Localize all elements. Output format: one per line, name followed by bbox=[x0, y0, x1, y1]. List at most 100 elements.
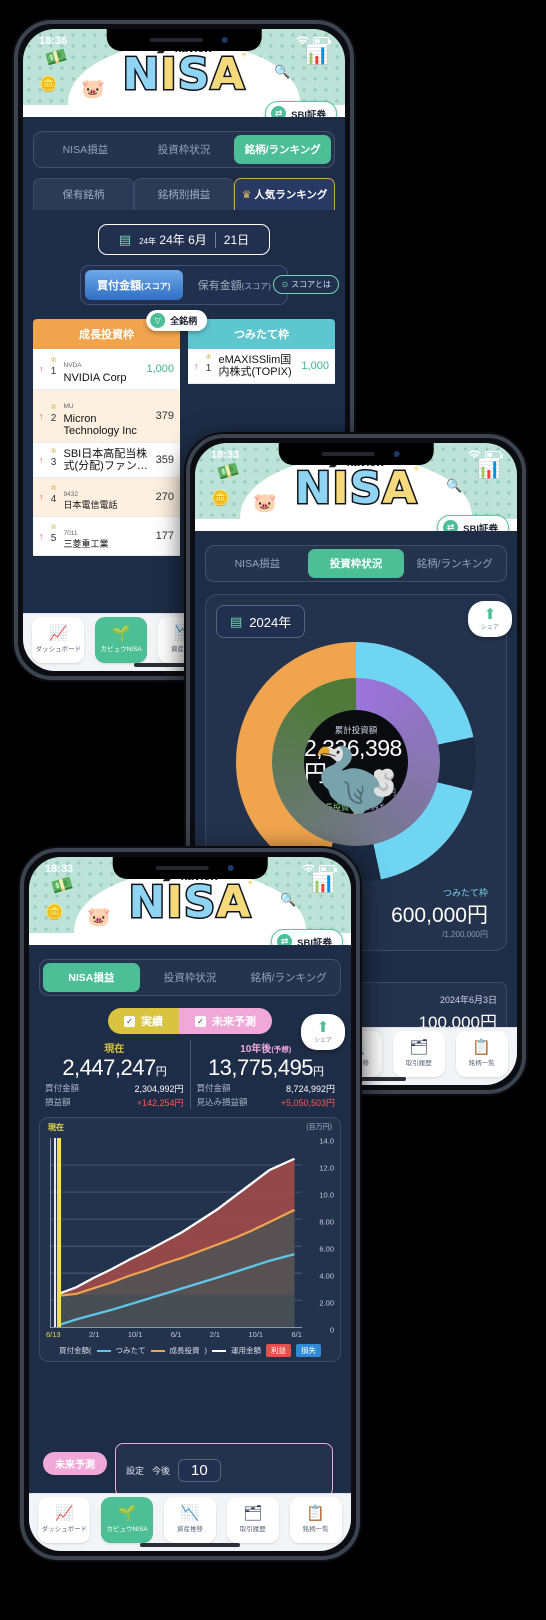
filter-icon: ▽ bbox=[150, 313, 166, 328]
nisa-title: NISA bbox=[127, 877, 252, 928]
calendar-icon: ▤ bbox=[230, 613, 243, 629]
share-button[interactable]: ⬆ シェア bbox=[301, 1014, 345, 1050]
toggle-purchase-amount[interactable]: 買付金額(スコア) bbox=[85, 270, 183, 300]
y-tick: 8.00 bbox=[319, 1217, 334, 1227]
stat-value: +142,254円 bbox=[136, 1098, 184, 1109]
x-tick: 6/13 bbox=[46, 1330, 61, 1340]
sync-icon: ⇄ bbox=[271, 106, 287, 117]
table-row[interactable]: ↑ 3 SBI日本高配当株式(分配)ファン… 359 bbox=[33, 443, 180, 479]
rank: 1 bbox=[204, 353, 214, 374]
ticker: MU bbox=[63, 403, 74, 411]
tabbar-item-trade-history[interactable]: 🗂取引履歴 bbox=[392, 1030, 445, 1077]
settings-label-1: 設定 bbox=[126, 1465, 145, 1476]
y-tick: 4.00 bbox=[319, 1271, 334, 1281]
x-tick: 6/1 bbox=[170, 1330, 182, 1340]
date-year-month: 24年 24年 6月24年 6月 bbox=[139, 233, 207, 247]
tabbar-item-dashboard[interactable]: 📈ダッシュボード bbox=[38, 1496, 91, 1543]
rank: 5 bbox=[49, 523, 59, 544]
x-tick: 10/1 bbox=[248, 1330, 264, 1340]
subtab-popular-ranking[interactable]: ♛ 人気ランキング bbox=[234, 178, 336, 210]
tabbar-item-stock-list[interactable]: 📋銘柄一覧 bbox=[289, 1496, 342, 1543]
tab-investment-frame[interactable]: 投資枠状況 bbox=[142, 963, 239, 992]
subtab-pl-by-stock[interactable]: 銘柄別損益 bbox=[133, 178, 235, 210]
score-value: 359 bbox=[155, 454, 174, 467]
tab-nisa-pl[interactable]: NISA損益 bbox=[43, 963, 140, 992]
history-date: 2024年6月3日 bbox=[439, 995, 497, 1005]
broker-name: SBI証券 bbox=[291, 109, 326, 118]
tabbar-item-kabuyu-nisa[interactable]: 🌱カビュウNISA bbox=[101, 1496, 154, 1543]
investment-donut-chart: 累計投資額 2,336,398円 /18,000,000円 成長投資 1,736… bbox=[236, 642, 476, 882]
tab-investment-frame[interactable]: 投資枠状況 bbox=[136, 135, 233, 164]
table-row[interactable]: ↑ 4 9432日本電信電話 270 bbox=[33, 478, 180, 518]
toggle-holding-amount[interactable]: 保有金額(スコア) bbox=[186, 270, 284, 300]
tab-investment-frame[interactable]: 投資枠状況 bbox=[307, 549, 405, 578]
broker-chip[interactable]: ⇄ SBI証券 bbox=[437, 515, 509, 531]
chart-unit-label: (百万円) bbox=[306, 1124, 332, 1132]
up-arrow-icon: ↑ bbox=[39, 455, 44, 466]
series-toggles: ✓ 実績 ✓ 未来予測 bbox=[39, 1008, 341, 1034]
score-help-chip[interactable]: ⊙ スコアとは bbox=[273, 275, 339, 294]
table-row[interactable]: ↑ 1 eMAXISSlim国内株式(TOPIX) 1,000 bbox=[188, 349, 335, 385]
ticker: 7011 bbox=[63, 530, 78, 538]
stats-future-value: 13,775,495円 bbox=[207, 1055, 324, 1080]
donut-center: 累計投資額 2,336,398円 /18,000,000円 成長投資 1,736… bbox=[304, 710, 408, 814]
share-label: シェア bbox=[313, 1038, 332, 1044]
stat-value: 2,304,992円 bbox=[134, 1084, 184, 1095]
legend-tsumitate: つみたて bbox=[115, 1346, 146, 1356]
tab-nisa-pl[interactable]: NISA損益 bbox=[37, 135, 134, 164]
broker-name: SBI証券 bbox=[463, 523, 498, 532]
crown-icon: ♛ bbox=[241, 189, 252, 201]
tabbar-item-asset-trend[interactable]: 📉資産推移 bbox=[163, 1496, 216, 1543]
status-time: 18:33 bbox=[211, 449, 240, 461]
table-row[interactable]: ↑ 5 7011三菱重工業 177 bbox=[33, 517, 180, 557]
forecast-settings-box[interactable]: 設定 今後 10 bbox=[115, 1443, 333, 1497]
broker-chip[interactable]: ⇄ SBI証券 bbox=[265, 101, 337, 117]
tabbar-item-trade-history[interactable]: 🗂取引履歴 bbox=[226, 1496, 279, 1543]
nisa-title: NISA bbox=[121, 49, 246, 100]
rank: 3 bbox=[49, 447, 59, 468]
coin-icon: 🪙 bbox=[45, 903, 64, 921]
chart-icon: 📉 bbox=[180, 1505, 200, 1522]
broker-chip[interactable]: ⇄ SBI証券 bbox=[271, 929, 343, 945]
share-icon: ⬆ bbox=[316, 1019, 330, 1036]
stock-name: SBI日本高配当株式(分配)ファン… bbox=[63, 448, 148, 473]
legend-suffix: ) bbox=[204, 1346, 208, 1356]
settings-label-2: 今後 bbox=[152, 1465, 171, 1476]
stat-value: 8,724,992円 bbox=[285, 1084, 335, 1095]
tabbar-item-kabuyu-nisa[interactable]: 🌱カビュウNISA bbox=[95, 616, 148, 663]
tabbar-item-stock-list[interactable]: 📋銘柄一覧 bbox=[455, 1030, 508, 1077]
magnifier-icon: 🔍 bbox=[280, 892, 297, 908]
tab-stocks-ranking[interactable]: 銘柄/ランキング bbox=[406, 549, 503, 578]
sync-icon: ⇄ bbox=[277, 934, 293, 945]
subtab-holdings[interactable]: 保有銘柄 bbox=[33, 178, 134, 210]
stat-value: +5,050,503円 bbox=[280, 1098, 335, 1109]
chart-x-ticks: 6/13 2/1 10/1 6/1 2/1 10/1 6/1 bbox=[44, 1328, 336, 1339]
toggle-actual[interactable]: ✓ 実績 bbox=[108, 1008, 179, 1034]
stat-key: 見込み損益額 bbox=[196, 1097, 248, 1108]
ticker: NVDA bbox=[63, 362, 82, 369]
tab-stocks-ranking[interactable]: 銘柄/ランキング bbox=[240, 963, 337, 992]
tab-nisa-pl[interactable]: NISA損益 bbox=[209, 549, 306, 578]
date-picker[interactable]: ▤ 24年 24年 6月24年 6月 21日 bbox=[98, 224, 270, 255]
score-value: 1,000 bbox=[146, 363, 174, 376]
table-row[interactable]: ↑ 1 NVDA NVIDIA Corp 1,000 bbox=[33, 349, 180, 391]
amount-toggle: 買付金額(スコア) 保有金額(スコア) bbox=[80, 265, 288, 305]
coin-icon: 🪙 bbox=[39, 75, 58, 93]
legend-swatch-operating bbox=[212, 1349, 226, 1352]
share-button[interactable]: ⬆ シェア bbox=[468, 601, 512, 637]
toggle-forecast[interactable]: ✓ 未来予測 bbox=[179, 1008, 272, 1034]
stock-name: Micron Technology Inc bbox=[63, 413, 137, 438]
year-selector[interactable]: ▤ 2024年 bbox=[216, 605, 306, 638]
up-arrow-icon: ↑ bbox=[39, 364, 44, 375]
table-row[interactable]: ↑ 2 MU Micron Technology Inc 379 bbox=[33, 390, 180, 444]
tsumitate-frame-header: つみたて枠 bbox=[188, 319, 335, 349]
all-stocks-chip[interactable]: ▽ 全銘柄 bbox=[146, 310, 208, 331]
tab-stocks-ranking[interactable]: 銘柄/ランキング bbox=[234, 135, 332, 164]
tabbar-item-dashboard[interactable]: 📈ダッシュボード bbox=[32, 616, 85, 663]
piggy-bank-icon: 🐷 bbox=[86, 907, 111, 929]
stock-name: eMAXISSlim国内株式(TOPIX) bbox=[218, 354, 292, 379]
coin-icon: 🪙 bbox=[211, 489, 230, 507]
all-stocks-label: 全銘柄 bbox=[170, 316, 198, 326]
score-value: 177 bbox=[155, 530, 174, 543]
x-tick: 10/1 bbox=[127, 1330, 143, 1340]
